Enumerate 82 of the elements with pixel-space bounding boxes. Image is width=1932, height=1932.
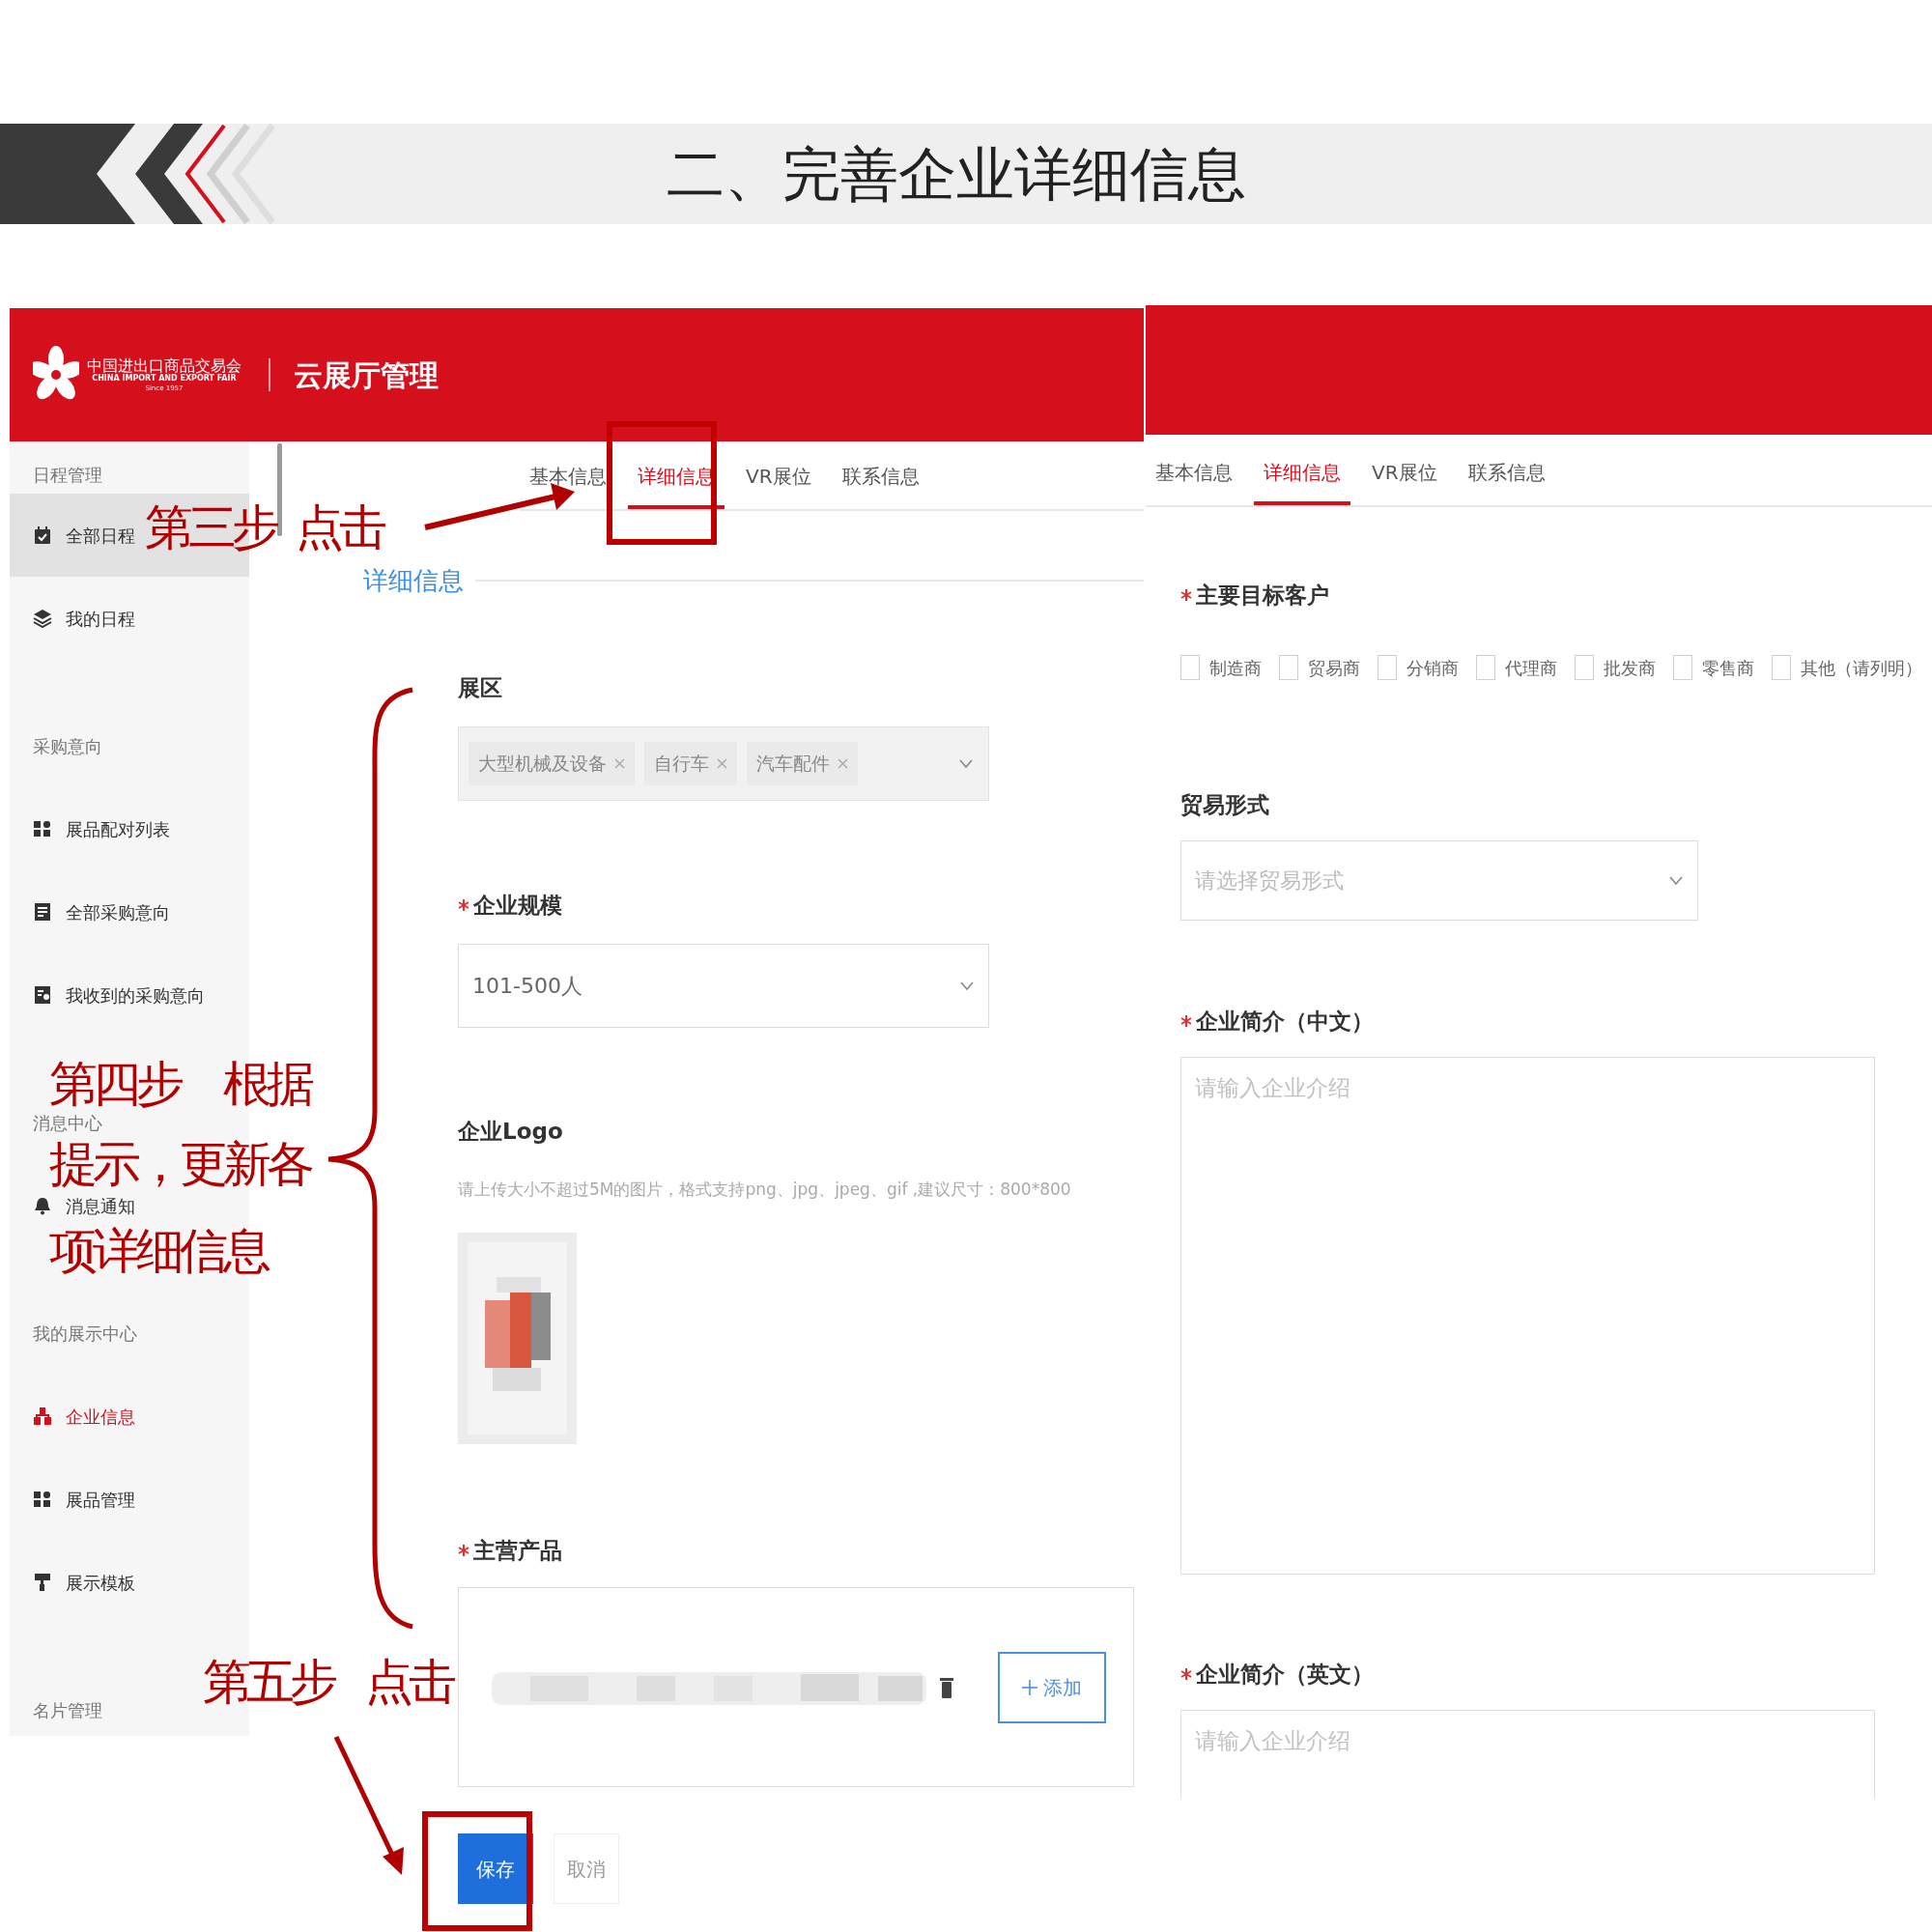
sidebar-item[interactable]: 展示模板: [33, 1569, 135, 1596]
annotation-text: 点击: [296, 498, 383, 557]
checkbox-label: 批发商: [1604, 656, 1656, 680]
sidebar-item[interactable]: 我收到的采购意向: [33, 981, 205, 1009]
hint-text: 请上传大小不超过5M的图片，格式支持png、jpg、jpeg、gif ,建议尺寸：800*800: [458, 1179, 1072, 1201]
close-icon[interactable]: [614, 758, 625, 769]
document-icon: [33, 985, 52, 1005]
sidebar-item[interactable]: 我的日程: [33, 605, 135, 632]
checkbox[interactable]: [1180, 655, 1200, 680]
sidebar-item[interactable]: 企业信息: [33, 1403, 135, 1430]
annotation-text: 提示，更新各: [49, 1139, 310, 1189]
text-area[interactable]: 请输入企业介绍: [1180, 1710, 1875, 1799]
checkbox-label: 分销商: [1406, 656, 1459, 680]
tab[interactable]: 联系信息: [832, 447, 929, 509]
annotation-text: 第五步: [203, 1653, 333, 1712]
tag: 自行车: [644, 742, 737, 785]
paint-roller-icon: [33, 1573, 52, 1592]
plus-icon: [1022, 1679, 1037, 1695]
tab[interactable]: 联系信息: [1458, 443, 1555, 505]
chevron-down-icon: [960, 980, 974, 990]
save-button[interactable]: 保存: [458, 1833, 533, 1904]
field-label: 企业规模: [473, 891, 562, 920]
checkbox-label: 代理商: [1505, 656, 1557, 680]
bell-icon: [33, 1196, 52, 1215]
org-chart-icon: [33, 1406, 52, 1426]
checkbox[interactable]: [1476, 655, 1495, 680]
field-label: 展区: [458, 673, 502, 702]
tab[interactable]: 基本信息: [1146, 443, 1242, 505]
chevron-down-icon: [959, 759, 973, 768]
sidebar-item[interactable]: 全部日程: [33, 522, 135, 549]
checkbox[interactable]: [1772, 655, 1791, 680]
list-icon: [33, 902, 52, 922]
tag: 汽车配件: [747, 742, 858, 785]
sidebar-item[interactable]: 消息通知: [33, 1192, 135, 1219]
trash-icon[interactable]: [940, 1675, 953, 1699]
chevron-down-icon: [1669, 875, 1683, 885]
annotation-text: 点击: [365, 1653, 452, 1712]
section-title: 详细信息: [363, 564, 464, 597]
layers-icon: [33, 609, 52, 628]
tab[interactable]: VR展位: [1362, 443, 1447, 505]
text-area[interactable]: 请输入企业介绍: [1180, 1057, 1875, 1575]
close-icon[interactable]: [838, 758, 848, 769]
sidebar-group-label: 采购意向: [33, 734, 102, 758]
sidebar-group-label: 消息中心: [33, 1111, 102, 1135]
tag: 大型机械及设备: [469, 742, 635, 785]
logo-text: 中国进出口商品交易会: [87, 356, 242, 375]
scrollbar[interactable]: [277, 443, 282, 536]
sidebar-item[interactable]: 展品管理: [33, 1486, 135, 1513]
select-field[interactable]: 请选择贸易形式: [1180, 840, 1698, 921]
field-label: 主营产品: [473, 1536, 562, 1565]
field-label: 贸易形式: [1180, 790, 1269, 819]
checkbox[interactable]: [1279, 655, 1298, 680]
checkbox[interactable]: [1673, 655, 1692, 680]
grid-icon: [33, 819, 52, 838]
checkbox-label: 贸易商: [1308, 656, 1360, 680]
grid-icon: [33, 1490, 52, 1509]
field-label: 企业Logo: [458, 1117, 563, 1146]
sidebar-group-label: 名片管理: [33, 1698, 102, 1722]
sidebar-group-label: 日程管理: [33, 463, 102, 487]
annotation-text: 第四步 根据: [49, 1059, 310, 1109]
checkbox-label: 制造商: [1209, 656, 1262, 680]
checkbox-label: 零售商: [1702, 656, 1754, 680]
field-label: 企业简介（中文）: [1196, 1007, 1374, 1036]
slide-title: 二、完善企业详细信息: [667, 139, 1246, 210]
field-label: 主要目标客户: [1196, 581, 1329, 610]
checkbox[interactable]: [1575, 655, 1594, 680]
annotation-text: 项详细信息: [49, 1226, 267, 1276]
checkbox[interactable]: [1378, 655, 1397, 680]
sidebar-group-label: 我的展示中心: [33, 1321, 137, 1346]
sidebar-item[interactable]: 全部采购意向: [33, 898, 170, 925]
sidebar-item[interactable]: 展品配对列表: [33, 815, 170, 842]
calendar-icon: [33, 526, 52, 545]
field-label: 企业简介（英文）: [1196, 1660, 1374, 1689]
select-field[interactable]: 101-500人: [458, 944, 989, 1028]
close-icon[interactable]: [717, 758, 727, 769]
tab[interactable]: 基本信息: [520, 447, 616, 509]
annotation-text: 第三步: [145, 498, 275, 557]
tab[interactable]: 详细信息: [1254, 443, 1350, 505]
tab[interactable]: VR展位: [736, 447, 821, 509]
app-title: 云展厅管理: [294, 356, 439, 394]
checkbox-label: 其他（请列明）: [1801, 656, 1922, 680]
logo-subtitle: CHINA IMPORT AND EXPORT FAIR: [92, 374, 237, 384]
